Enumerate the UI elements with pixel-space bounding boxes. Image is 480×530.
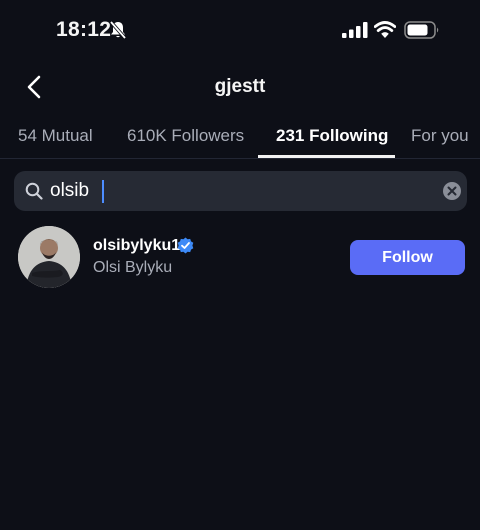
profile-header: gjestt — [0, 60, 480, 114]
text-cursor — [102, 180, 104, 203]
avatar[interactable] — [18, 226, 80, 288]
tab-followers[interactable]: 610K Followers — [127, 126, 244, 146]
status-bar: 18:12 — [0, 0, 480, 60]
clear-icon[interactable] — [442, 181, 462, 201]
tab-for-you[interactable]: For you — [411, 126, 469, 146]
full-name: Olsi Bylyku — [93, 259, 173, 276]
list-item[interactable]: olsibylyku1 Olsi Bylyku Follow — [0, 222, 480, 294]
active-tab-indicator — [258, 155, 395, 158]
search-input[interactable] — [50, 171, 430, 211]
tab-following[interactable]: 231 Following — [276, 126, 388, 146]
search-icon — [25, 182, 43, 200]
verified-badge-icon — [177, 237, 194, 254]
wifi-icon — [374, 21, 396, 38]
status-time: 18:12 — [56, 18, 112, 41]
follow-button[interactable]: Follow — [350, 240, 465, 275]
tab-mutual[interactable]: 54 Mutual — [18, 126, 93, 146]
username[interactable]: olsibylyku1 — [93, 237, 180, 255]
cellular-signal-icon — [342, 22, 368, 38]
bell-slash-icon — [109, 20, 127, 40]
search-bar — [14, 171, 467, 211]
profile-photo — [18, 226, 80, 288]
tab-bar: 54 Mutual 610K Followers 231 Following F… — [0, 114, 480, 159]
battery-icon — [404, 21, 439, 39]
page-title: gjestt — [214, 76, 266, 97]
